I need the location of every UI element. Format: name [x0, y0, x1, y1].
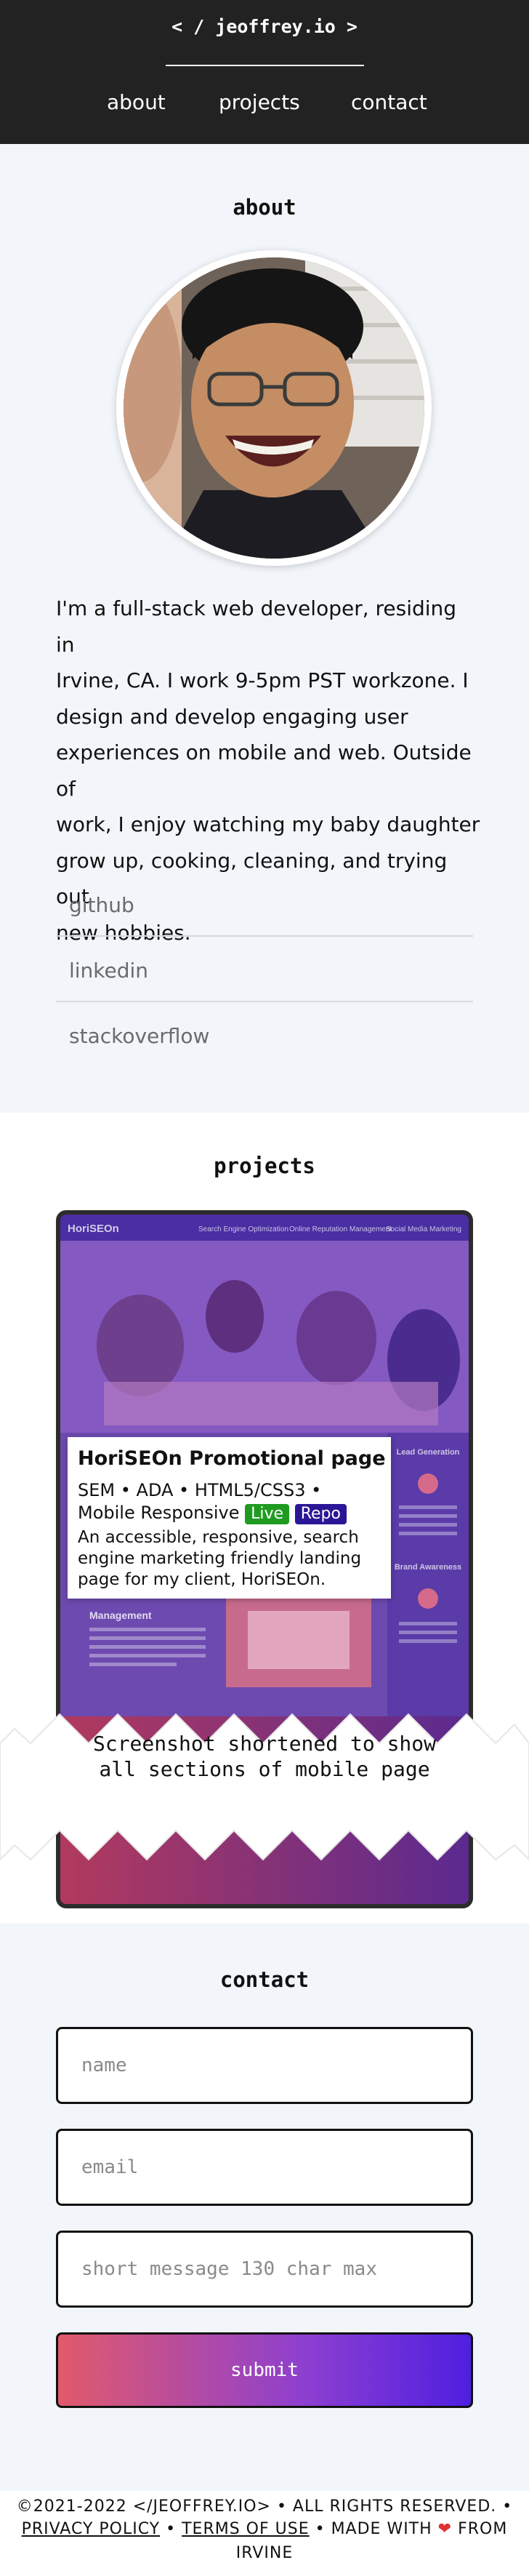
- footer-separator: •: [166, 2520, 177, 2538]
- stackoverflow-link-label: stackoverflow: [69, 1024, 210, 1048]
- linkedin-link[interactable]: linkedin: [56, 937, 473, 1002]
- contact-section: contact submit: [0, 1924, 529, 2491]
- linkedin-link-label: linkedin: [69, 959, 149, 983]
- mockup-sidebar-heading: Lead Generation: [397, 1448, 460, 1457]
- avatar-frame: [116, 250, 432, 566]
- shortened-notice-line: all sections of mobile page: [99, 1757, 430, 1781]
- mockup-nav-item: Online Reputation Management: [289, 1225, 392, 1233]
- mockup-nav-item: Social Media Marketing: [386, 1225, 461, 1233]
- screenshot-cut-overlay: [0, 1713, 529, 1861]
- project-description: An accessible, responsive, search engine…: [78, 1528, 362, 1589]
- site-header: < / jeoffrey.io > about projects contact: [0, 0, 529, 144]
- stackoverflow-link[interactable]: stackoverflow: [56, 1002, 473, 1068]
- email-input[interactable]: [58, 2131, 471, 2204]
- mockup-section-heading: Management: [89, 1609, 152, 1621]
- submit-button-label: submit: [230, 2359, 299, 2381]
- about-heading: about: [233, 195, 296, 220]
- bio-line: I'm a full-stack web developer, residing…: [56, 596, 457, 657]
- city-text: IRVINE: [235, 2544, 294, 2562]
- projects-heading: projects: [214, 1153, 315, 1178]
- heart-icon: ❤: [437, 2520, 453, 2538]
- about-section: about I'm a full-stack web developer, re…: [0, 144, 529, 1113]
- nav-about-link[interactable]: about: [107, 90, 166, 114]
- avatar-photo: [124, 257, 424, 559]
- shortened-notice: Screenshot shortened to show all section…: [0, 1731, 529, 1782]
- bio-line: design and develop engaging user: [56, 704, 408, 729]
- mockup-brand: HoriSEOn: [68, 1223, 119, 1235]
- github-link-label: github: [69, 893, 134, 917]
- project-card: HoriSEOn Promotional page SEM • ADA • HT…: [68, 1437, 391, 1599]
- github-link[interactable]: github: [56, 871, 473, 937]
- nav-projects-link[interactable]: projects: [219, 90, 300, 114]
- bio-line: experiences on mobile and web. Outside o…: [56, 740, 472, 801]
- name-field-box: [56, 2027, 473, 2104]
- made-with-text: • MADE WITH: [315, 2520, 432, 2538]
- shortened-notice-line: Screenshot shortened to show: [92, 1732, 436, 1756]
- project-tags: SEM • ADA • HTML5/CSS3 • Mobile Responsi…: [78, 1479, 383, 1524]
- mockup-sidebar-heading: Brand Awareness: [395, 1563, 461, 1572]
- footer-links-line: PRIVACY POLICY • TERMS OF USE • MADE WIT…: [0, 2520, 529, 2538]
- repo-badge-link[interactable]: Repo: [294, 1504, 347, 1524]
- message-input[interactable]: [58, 2233, 471, 2305]
- logo-divider: [166, 65, 364, 66]
- contact-heading: contact: [219, 1967, 310, 1992]
- live-badge-link[interactable]: Live: [245, 1504, 290, 1524]
- email-field-box: [56, 2129, 473, 2206]
- nav-contact-link[interactable]: contact: [351, 90, 427, 114]
- terms-of-use-link[interactable]: TERMS OF USE: [182, 2520, 310, 2538]
- name-input[interactable]: [58, 2029, 471, 2102]
- bio-line: work, I enjoy watching my baby daughter: [56, 812, 480, 836]
- bio-line: Irvine, CA. I work 9-5pm PST workzone. I: [56, 668, 469, 692]
- site-logo[interactable]: < / jeoffrey.io >: [0, 16, 529, 37]
- message-field-box: [56, 2231, 473, 2308]
- project-title: HoriSEOn Promotional page: [78, 1447, 386, 1470]
- submit-button[interactable]: submit: [56, 2332, 473, 2408]
- from-text: FROM: [458, 2520, 508, 2538]
- site-footer: ©2021-2022 </JEOFFREY.IO> • ALL RIGHTS R…: [0, 2491, 529, 2576]
- mockup-nav-item: Search Engine Optimization: [198, 1225, 288, 1233]
- copyright-text: ©2021-2022 </JEOFFREY.IO> • ALL RIGHTS R…: [16, 2497, 513, 2516]
- privacy-policy-link[interactable]: PRIVACY POLICY: [22, 2520, 161, 2538]
